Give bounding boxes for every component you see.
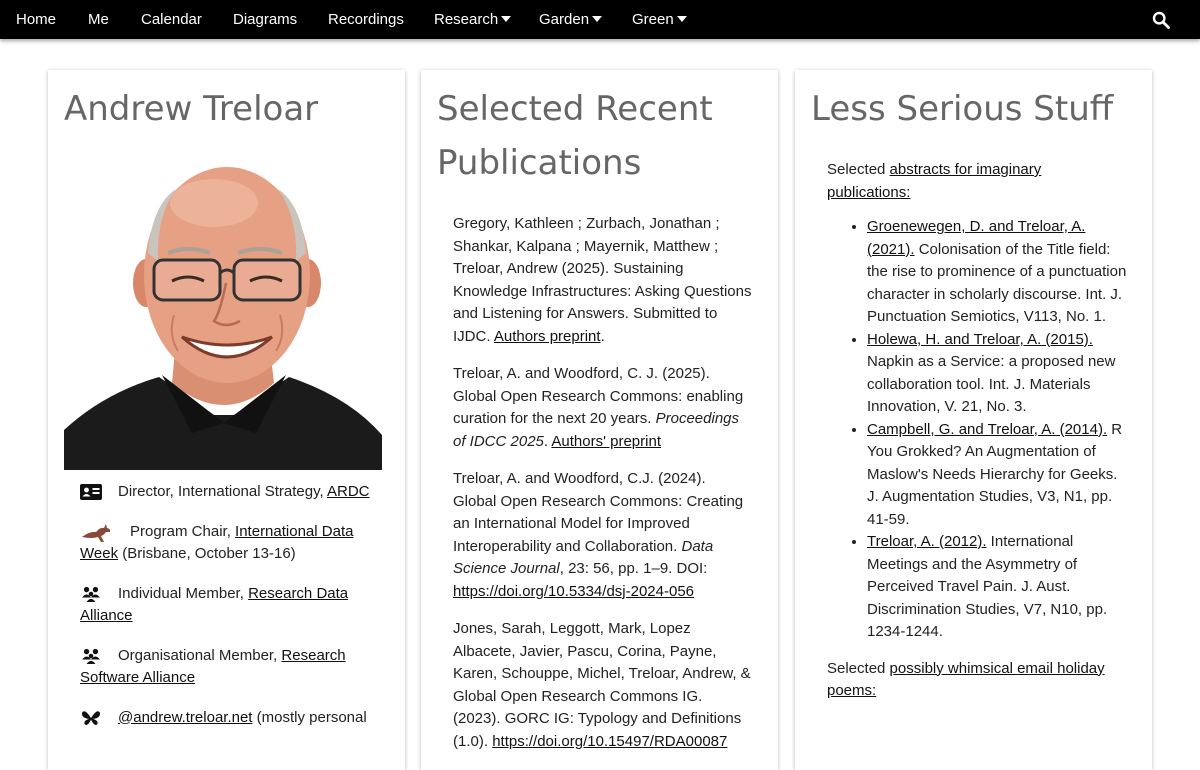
role-list: Director, International Strategy, ARDC P… (80, 481, 380, 746)
nav-me[interactable]: Me (88, 0, 109, 39)
less-serious-card: Less Serious Stuff Selected abstracts fo… (795, 70, 1152, 770)
role-text: Organisational Member, (118, 646, 282, 664)
people-group-icon (82, 648, 100, 664)
publication-item: Jones, Sarah, Leggott, Mark, Lopez Albac… (453, 618, 753, 753)
nav-me-label: Me (88, 11, 109, 28)
nav-garden-label: Garden (539, 11, 590, 28)
nav-recordings[interactable]: Recordings (328, 0, 404, 39)
abstract-link[interactable]: Treloar, A. (2012). (867, 533, 987, 550)
profile-card: Andrew Treloar Director, International S… (48, 70, 405, 770)
publication-item: Treloar, A. and Woodford, C. J. (2025). … (453, 363, 753, 453)
top-nav-bar: Home Me Calendar Diagrams Recordings Res… (0, 0, 1200, 39)
nav-garden-dropdown[interactable]: Garden (539, 0, 603, 39)
abstract-link[interactable]: Campbell, G. and Treloar, A. (2014). (867, 421, 1107, 438)
nav-research-dropdown[interactable]: Research (434, 0, 512, 39)
caret-down-icon (676, 16, 687, 23)
publication-citation: Jones, Sarah, Leggott, Mark, Lopez Albac… (453, 620, 751, 750)
poems-intro: Selected possibly whimsical email holida… (827, 658, 1127, 703)
publication-doi-link[interactable]: https://doi.org/10.5334/dsj-2024-056 (453, 583, 694, 600)
abstract-link[interactable]: Holewa, H. and Treloar, A. (2015). (867, 331, 1093, 348)
less-serious-title: Less Serious Stuff (811, 89, 1114, 129)
ardc-link[interactable]: ARDC (327, 483, 370, 500)
kangaroo-icon (82, 523, 111, 542)
people-group-icon (82, 586, 100, 602)
butterfly-icon (82, 710, 100, 725)
role-item: Individual Member, Research Data Allianc… (80, 583, 380, 628)
role-text: Director, International Strategy, (118, 483, 327, 500)
nav-green-dropdown[interactable]: Green (632, 0, 687, 39)
publication-list: Gregory, Kathleen ; Zurbach, Jonathan ; … (453, 213, 753, 768)
role-item: Organisational Member, Research Software… (80, 645, 380, 690)
publication-item: Treloar, A. and Woodford, C.J. (2024). G… (453, 468, 753, 603)
search-icon[interactable] (1152, 11, 1170, 29)
nav-calendar-label: Calendar (141, 11, 202, 28)
abstract-text: Napkin as a Service: a proposed new coll… (867, 353, 1116, 415)
nav-home[interactable]: Home (16, 0, 56, 39)
publication-link[interactable]: Authors' preprint (551, 433, 661, 450)
imaginary-publications-list: Groenewegen, D. and Treloar, A. (2021). … (827, 216, 1127, 644)
nav-diagrams-label: Diagrams (233, 11, 298, 28)
role-item: @andrew.treloar.net (mostly personal (80, 707, 380, 730)
role-item: Director, International Strategy, ARDC (80, 481, 380, 504)
publications-title: Selected Recent Publications (437, 89, 713, 183)
profile-photo (64, 165, 382, 470)
less-serious-content: Selected abstracts for imaginary publica… (827, 159, 1127, 703)
publication-mid: , 23: 56, pp. 1–9. DOI: (559, 560, 708, 577)
publication-doi-link[interactable]: https://doi.org/10.15497/RDA00087 (492, 733, 727, 750)
role-item: Program Chair, International Data Week (… (80, 521, 380, 566)
intro-text: Selected (827, 161, 890, 178)
profile-title: Andrew Treloar (64, 89, 319, 129)
caret-down-icon (501, 16, 512, 23)
publication-after: . (600, 327, 605, 345)
role-text: Individual Member, (118, 584, 249, 602)
list-item: Holewa, H. and Treloar, A. (2015). Napki… (867, 329, 1127, 419)
bluesky-link[interactable]: @andrew.treloar.net (118, 709, 252, 726)
role-text: Program Chair, (130, 522, 236, 540)
role-after-text: (Brisbane, October 13-16) (118, 545, 296, 562)
list-item: Treloar, A. (2012). International Meetin… (867, 531, 1127, 644)
caret-down-icon (592, 16, 603, 23)
id-card-icon (80, 484, 102, 501)
abstracts-intro: Selected abstracts for imaginary publica… (827, 159, 1127, 204)
publication-citation: Gregory, Kathleen ; Zurbach, Jonathan ; … (453, 215, 752, 345)
list-item: Groenewegen, D. and Treloar, A. (2021). … (867, 216, 1127, 329)
role-after-text: (mostly personal (252, 708, 367, 726)
publications-card: Selected Recent Publications Gregory, Ka… (421, 70, 778, 770)
outro-text: Selected (827, 659, 890, 677)
nav-calendar[interactable]: Calendar (141, 0, 202, 39)
nav-home-label: Home (16, 11, 57, 28)
nav-recordings-label: Recordings (328, 11, 404, 28)
list-item: Campbell, G. and Treloar, A. (2014). R Y… (867, 419, 1127, 532)
nav-green-label: Green (632, 11, 674, 28)
nav-diagrams[interactable]: Diagrams (233, 0, 297, 39)
publication-item: Gregory, Kathleen ; Zurbach, Jonathan ; … (453, 213, 753, 348)
nav-research-label: Research (434, 11, 499, 28)
publication-link[interactable]: Authors preprint (494, 328, 601, 345)
